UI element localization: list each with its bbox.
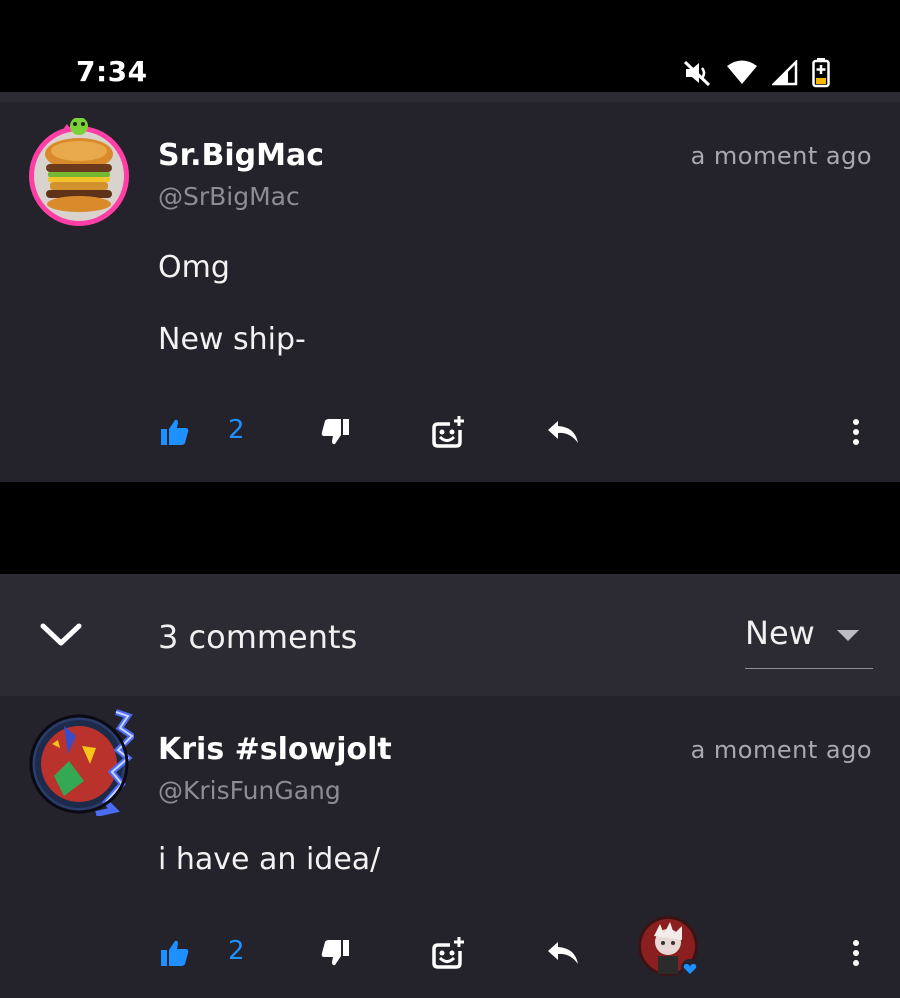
avatar[interactable] (24, 706, 137, 817)
like-button[interactable] (160, 928, 190, 978)
thumbs-down-icon (321, 419, 349, 445)
dislike-button[interactable] (320, 928, 350, 978)
comments-count: 3 comments (158, 618, 358, 656)
like-count: 2 (228, 415, 245, 445)
comment-actions: 2 (0, 407, 900, 457)
signal-icon (772, 60, 798, 86)
more-vertical-icon (853, 940, 859, 966)
sort-dropdown[interactable]: New (745, 610, 873, 669)
author-handle[interactable]: @KrisFunGang (158, 776, 341, 805)
collapse-button[interactable] (40, 622, 82, 652)
like-count: 2 (228, 936, 245, 966)
reply-button[interactable] (546, 407, 580, 457)
more-options-button[interactable] (848, 928, 864, 978)
content-gap (0, 482, 900, 574)
caret-down-icon (837, 630, 859, 641)
more-vertical-icon (853, 419, 859, 445)
status-time: 7:34 (76, 55, 148, 88)
comment-text-line: Omg (158, 250, 230, 285)
thumbs-up-icon (161, 419, 189, 445)
author-name[interactable]: Kris #slowjolt (158, 732, 392, 767)
author-handle[interactable]: @SrBigMac (158, 182, 300, 211)
add-emoji-icon (432, 937, 464, 969)
creator-heart-avatar (636, 914, 700, 978)
reply-icon (548, 421, 578, 443)
comment-timestamp: a moment ago (690, 736, 872, 764)
dislike-button[interactable] (320, 407, 350, 457)
reply-button[interactable] (546, 928, 580, 978)
chevron-down-icon (40, 623, 82, 646)
avatar[interactable] (24, 117, 134, 228)
mute-icon (682, 58, 712, 88)
sort-value: New (745, 614, 815, 652)
comment-text-line: New ship- (158, 322, 306, 357)
status-icons (682, 58, 830, 88)
reply-icon (548, 942, 578, 964)
comment-card: Kris #slowjolt @KrisFunGang a moment ago… (0, 696, 900, 998)
comments-header: 3 comments New (0, 574, 900, 696)
comment-timestamp: a moment ago (690, 142, 872, 170)
add-reaction-button[interactable] (430, 928, 466, 978)
author-name[interactable]: Sr.BigMac (158, 138, 324, 173)
like-button[interactable] (160, 407, 190, 457)
wifi-icon (726, 60, 758, 86)
more-options-button[interactable] (848, 407, 864, 457)
add-reaction-button[interactable] (430, 407, 466, 457)
thumbs-up-icon (161, 940, 189, 966)
header-divider (0, 92, 900, 102)
add-emoji-icon (432, 416, 464, 448)
battery-charging-icon (812, 58, 830, 88)
comment-card: Sr.BigMac @SrBigMac a moment ago Omg New… (0, 102, 900, 482)
status-bar: 7:34 (0, 0, 900, 92)
thumbs-down-icon (321, 940, 349, 966)
comment-actions: 2 (0, 916, 900, 978)
comment-text-line: i have an idea/ (158, 842, 381, 877)
